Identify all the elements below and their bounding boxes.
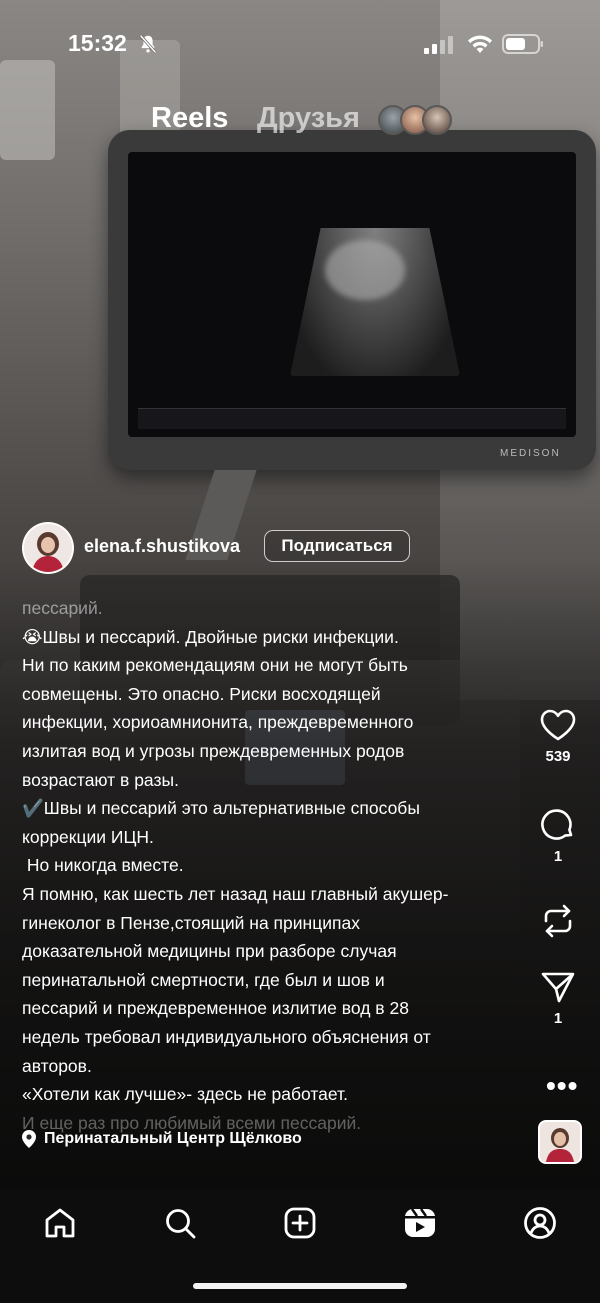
tab-reels[interactable]: Reels	[151, 102, 228, 135]
caption-line: гинеколог в Пензе,стоящий на принципах	[22, 912, 360, 933]
home-icon[interactable]	[43, 1206, 77, 1240]
signal-icon	[424, 36, 453, 54]
caption-line: Но никогда вместе.	[22, 855, 184, 876]
caption-line: 😭Швы и пессарий. Двойные риски инфекции.	[22, 626, 399, 647]
caption-line: доказательной медицины при разборе случа…	[22, 941, 397, 962]
username[interactable]: elena.f.shustikova	[84, 536, 240, 557]
caption-line: инфекции, хориоамнионита, преждевременно…	[22, 712, 414, 733]
more-icon[interactable]: •••	[546, 1070, 578, 1102]
repost-button[interactable]	[528, 902, 588, 940]
profile-icon[interactable]	[523, 1206, 557, 1240]
battery-icon	[502, 34, 543, 54]
comment-icon	[541, 809, 573, 840]
audio-thumbnail[interactable]	[538, 1120, 582, 1164]
ultrasound-toolbar	[138, 408, 566, 429]
wifi-icon	[468, 35, 492, 53]
share-button[interactable]: 1	[528, 970, 588, 1027]
caption-line: Ни по каким рекомендациям они не могут б…	[22, 655, 408, 676]
caption-line: пессарий и преждевременное излитие вод в…	[22, 998, 409, 1019]
location-pin-icon	[22, 1130, 36, 1148]
status-time: 15:32	[68, 30, 127, 56]
caption-line: перинатальной смертности, где был и шов …	[22, 969, 385, 990]
shares-count: 1	[553, 1010, 563, 1027]
caption[interactable]: пессарий. 😭Швы и пессарий. Двойные риски…	[22, 594, 522, 1137]
caption-line: «Хотели как лучше»- здесь не работает.	[22, 1084, 348, 1105]
audio-thumbnail-image	[540, 1122, 580, 1162]
avatar-photo	[24, 524, 72, 572]
caption-line: Я помню, как шесть лет назад наш главный…	[22, 883, 449, 904]
repost-icon	[544, 904, 572, 938]
bell-slash-icon	[139, 34, 157, 54]
follow-button[interactable]: Подписаться	[264, 530, 410, 562]
caption-line: излитая вод и угрозы преждевременных род…	[22, 740, 405, 761]
avatar[interactable]	[22, 522, 74, 574]
monitor-brand: MEDISON	[500, 448, 561, 459]
search-icon[interactable]	[163, 1206, 197, 1240]
friend-avatar[interactable]	[422, 105, 452, 135]
background-device	[0, 60, 55, 160]
create-icon[interactable]	[283, 1206, 317, 1240]
reels-icon[interactable]	[403, 1206, 437, 1240]
caption-line: недель требовал индивидуального объяснен…	[22, 1026, 431, 1047]
tab-friends[interactable]: Друзья	[257, 102, 360, 135]
caption-line: коррекции ИЦН.	[22, 826, 154, 847]
location-tag[interactable]: Перинатальный Центр Щёлково	[22, 1130, 302, 1148]
caption-line: совмещены. Это опасно. Риски восходящей	[22, 683, 381, 704]
caption-line: ✔️Швы и пессарий это альтернативные спос…	[22, 798, 420, 819]
send-icon	[541, 972, 575, 1003]
caption-line: возрастают в разы.	[22, 769, 179, 790]
comment-button[interactable]: 1	[528, 806, 588, 865]
heart-icon	[540, 709, 576, 741]
comments-count: 1	[553, 848, 563, 865]
like-button[interactable]: 539	[528, 708, 588, 765]
home-indicator	[193, 1283, 407, 1289]
ultrasound-image-detail	[325, 240, 405, 300]
caption-line: пессарий.	[22, 598, 103, 618]
location-label: Перинатальный Центр Щёлково	[44, 1130, 302, 1147]
caption-line: авторов.	[22, 1055, 92, 1076]
likes-count: 539	[545, 748, 571, 765]
